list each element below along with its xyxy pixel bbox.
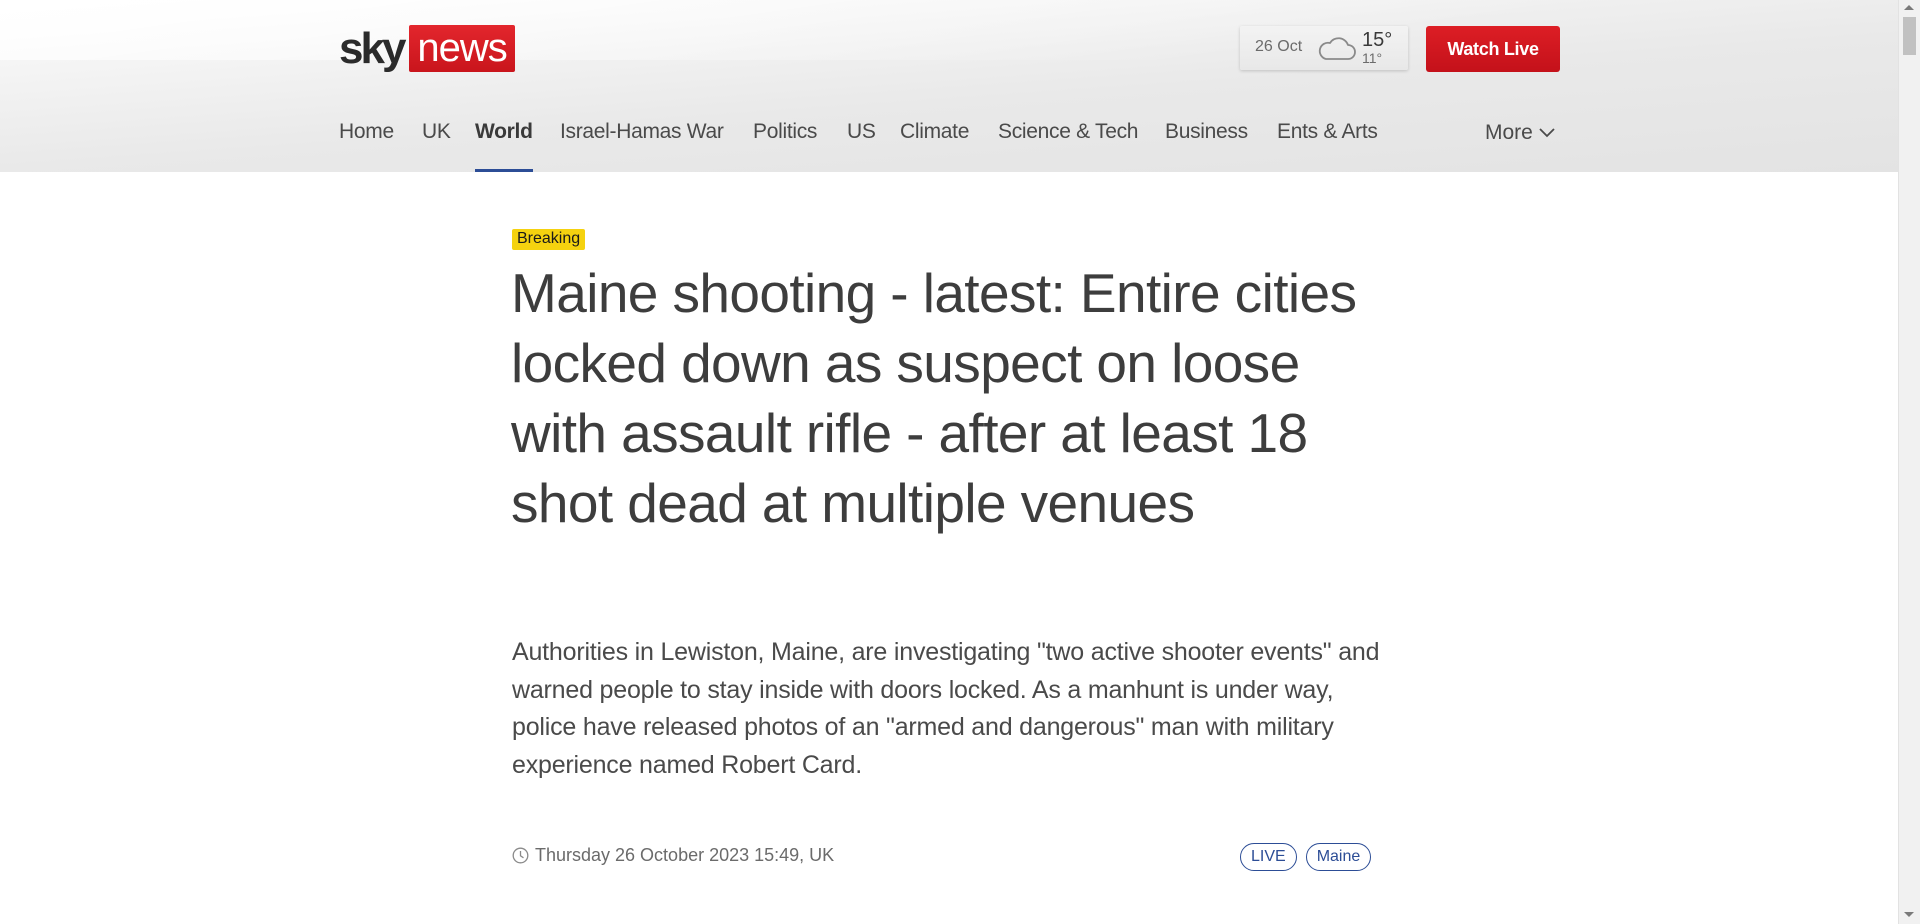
article-tags: LIVE Maine (1240, 843, 1372, 871)
sky-news-logo[interactable]: sky news (339, 25, 515, 72)
nav-item-climate[interactable]: Climate (900, 120, 969, 172)
temperature-low: 11° (1362, 50, 1383, 66)
cloud-icon (1318, 37, 1356, 60)
clock-icon (512, 847, 529, 864)
article-headline: Maine shooting - latest: Entire cities l… (511, 262, 1357, 534)
nav-item-ents-arts[interactable]: Ents & Arts (1277, 120, 1378, 172)
article-standfirst: Authorities in Lewiston, Maine, are inve… (512, 638, 1380, 779)
vertical-scrollbar[interactable] (1898, 0, 1920, 924)
nav-item-world[interactable]: World (475, 120, 533, 172)
scrollbar-thumb[interactable] (1903, 17, 1916, 55)
scroll-up-arrow-icon[interactable] (1904, 5, 1914, 10)
nav-more-label: More (1485, 121, 1533, 144)
breaking-badge: Breaking (512, 229, 586, 250)
logo-sky-text: sky (339, 24, 406, 73)
page: sky news 26 Oct 15° 11° Watch Live Home … (0, 0, 1920, 924)
article-timestamp: Thursday 26 October 2023 15:49, UK (535, 845, 835, 865)
nav-item-us[interactable]: US (847, 120, 876, 172)
nav-item-uk[interactable]: UK (422, 120, 451, 172)
watch-live-button[interactable]: Watch Live (1426, 26, 1560, 72)
logo-news-text: news (409, 25, 515, 72)
article-timestamp-row: Thursday 26 October 2023 15:49, UK (512, 845, 834, 866)
nav-more-button[interactable]: More (1485, 121, 1555, 145)
nav-item-israel-hamas-war[interactable]: Israel-Hamas War (560, 120, 724, 172)
weather-date: 26 Oct (1255, 38, 1303, 55)
weather-widget[interactable]: 26 Oct 15° 11° (1240, 26, 1408, 70)
nav-item-politics[interactable]: Politics (753, 120, 817, 172)
nav-item-business[interactable]: Business (1165, 120, 1248, 172)
tag-maine[interactable]: Maine (1305, 843, 1372, 871)
chevron-down-icon (1539, 128, 1555, 138)
temperature-high: 15° (1362, 29, 1393, 51)
nav-item-home[interactable]: Home (339, 120, 394, 172)
scroll-down-arrow-icon[interactable] (1904, 912, 1914, 917)
tag-live[interactable]: LIVE (1240, 843, 1297, 871)
nav-item-science-tech[interactable]: Science & Tech (998, 120, 1138, 172)
site-header: sky news 26 Oct 15° 11° Watch Live Home … (0, 0, 1898, 172)
